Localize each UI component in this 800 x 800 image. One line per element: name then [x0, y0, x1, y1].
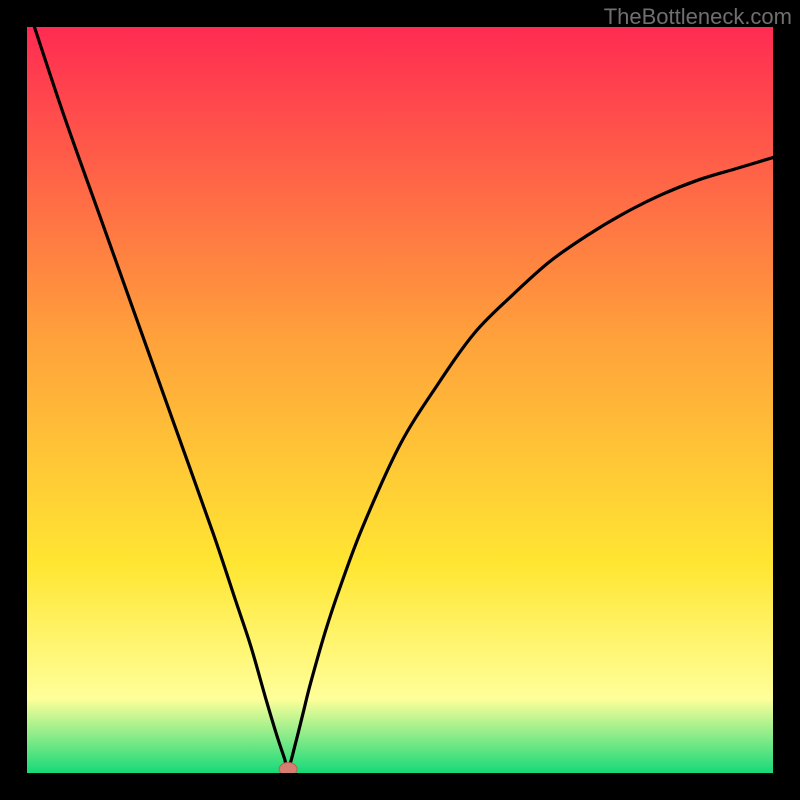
chart-frame: TheBottleneck.com — [0, 0, 800, 800]
gradient-background — [27, 27, 773, 773]
plot-area — [27, 27, 773, 773]
bottleneck-chart — [27, 27, 773, 773]
optimum-marker — [279, 763, 297, 773]
watermark-text: TheBottleneck.com — [604, 4, 792, 30]
